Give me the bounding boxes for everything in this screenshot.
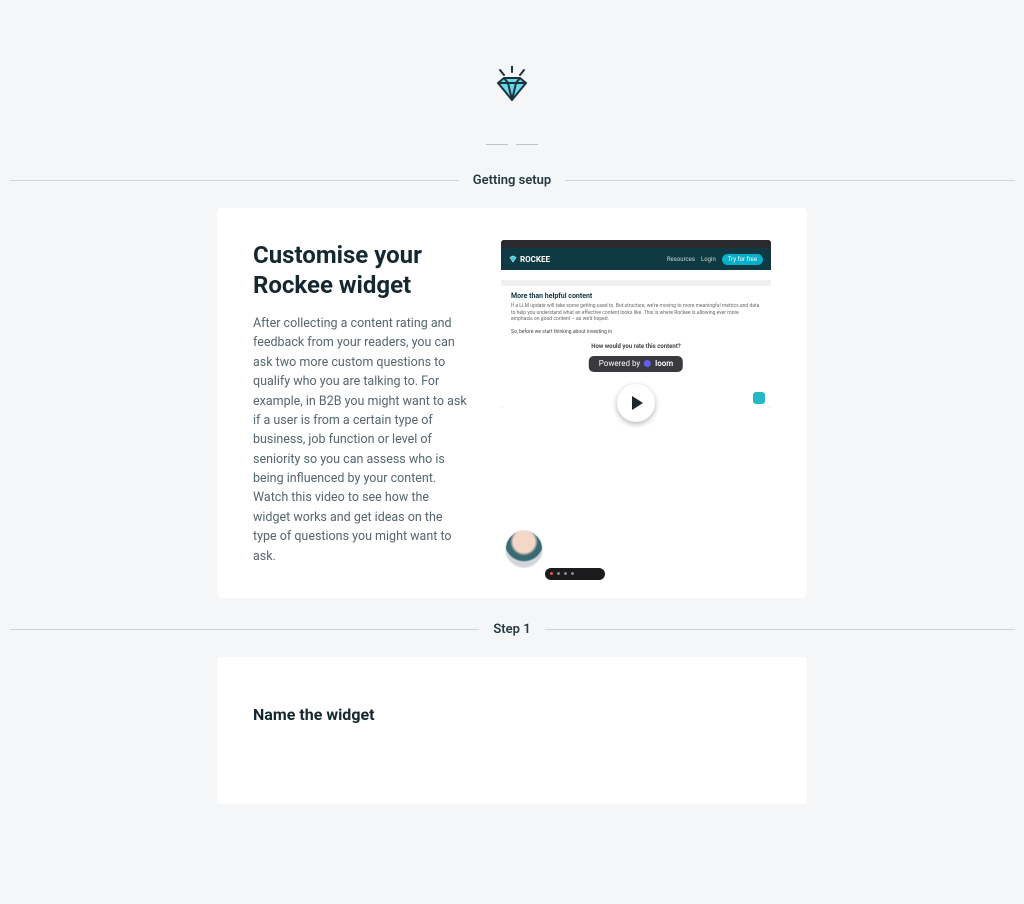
video-rate-prompt: How would you rate this content? <box>511 343 761 351</box>
intro-title: Customise your Rockee widget <box>253 240 469 300</box>
video-content-line2: So, before we start thinking about inves… <box>511 329 761 336</box>
loom-icon <box>644 360 651 367</box>
video-nav-login: Login <box>701 256 716 263</box>
step-1-label: Step 1 <box>479 622 544 637</box>
intro-video[interactable]: ROCKEE Resources Login Try for free More… <box>501 240 771 566</box>
section-divider-step-1: Step 1 <box>10 622 1015 637</box>
section-label: Getting setup <box>459 173 565 188</box>
video-thumbnail: ROCKEE Resources Login Try for free More… <box>501 240 771 408</box>
video-content-blurb: If a LLM update will take some getting u… <box>511 303 761 323</box>
divider-small <box>10 130 1015 149</box>
powered-by-badge: Powered by loom <box>589 356 683 372</box>
video-nav-cta: Try for free <box>722 254 763 265</box>
section-divider-getting-setup: Getting setup <box>10 173 1015 188</box>
brand-logo <box>10 66 1015 112</box>
video-content-heading: More than helpful content <box>511 292 761 301</box>
video-nav-logo: ROCKEE <box>509 255 550 264</box>
play-icon[interactable] <box>617 384 655 422</box>
loom-controls <box>545 568 605 580</box>
intro-card: Customise your Rockee widget After colle… <box>217 208 807 598</box>
video-nav-resources: Resources <box>667 256 695 263</box>
step-1-card: Name the widget <box>217 657 807 804</box>
feedback-widget-icon <box>753 392 765 404</box>
diamond-sparkle-icon <box>490 66 534 108</box>
intro-body: After collecting a content rating and fe… <box>253 314 469 566</box>
step-1-heading: Name the widget <box>253 705 771 724</box>
presenter-avatar <box>505 530 543 568</box>
